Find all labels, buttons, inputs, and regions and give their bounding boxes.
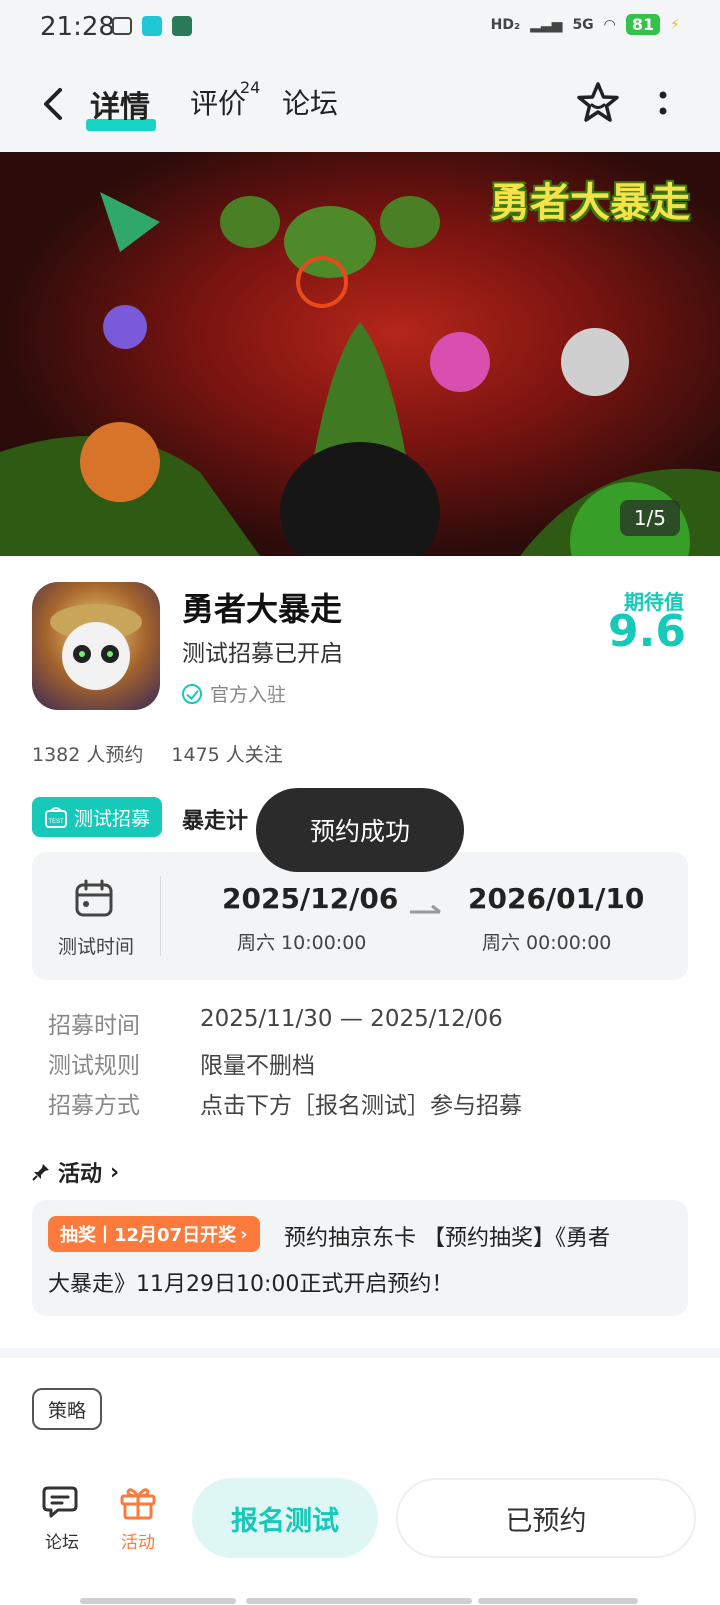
network-label: 5G: [572, 16, 594, 33]
activity-card[interactable]: 抽奖丨12月07日开奖 › 预约抽京东卡 【预约抽奖】《勇者 大暴走》11月29…: [32, 1200, 688, 1316]
more-vertical-icon[interactable]: [656, 90, 670, 120]
status-bar: 21:28 HD₂ ▂▃▅ 5G ◠ 81 ⚡: [0, 0, 720, 56]
test-plan-name: 暴走计: [182, 809, 249, 834]
hd-icon: HD₂: [490, 16, 521, 33]
top-nav: 详情 评价 24 论坛: [0, 56, 720, 152]
activity-text-line2: 大暴走》11月29日10:00正式开启预约！: [48, 1272, 454, 1297]
lottery-tag: 抽奖丨12月07日开奖 ›: [48, 1216, 260, 1252]
official-badge: 官方入驻: [182, 680, 286, 707]
info-value-recruit-method: 点击下方［报名测试］参与招募: [200, 1093, 522, 1119]
info-label-test-rule: 测试规则: [48, 1053, 140, 1079]
avatar-icon: [172, 16, 192, 36]
verified-check-icon: [182, 683, 202, 704]
test-start-time: 周六 10:00:00: [237, 932, 367, 954]
tab-forum[interactable]: 论坛: [282, 82, 338, 122]
nav-gesture-bar: [246, 1598, 472, 1604]
bottom-action-bar: 论坛 活动 报名测试 已预约: [0, 1460, 720, 1580]
test-end-date: 2026/01/10: [468, 882, 645, 915]
reserved-button[interactable]: 已预约: [396, 1478, 696, 1558]
app-icon: [112, 17, 132, 35]
activity-section-header[interactable]: 活动 ›: [32, 1156, 119, 1188]
activity-label: 活动: [121, 1533, 155, 1553]
strategy-tab[interactable]: 策略: [32, 1388, 102, 1430]
game-title: 勇者大暴走: [182, 590, 343, 628]
tab-reviews[interactable]: 评价: [190, 82, 246, 122]
signal-icon: ▂▃▅: [530, 16, 563, 33]
official-label: 官方入驻: [210, 684, 287, 706]
battery-icon: 81: [625, 14, 661, 35]
hero-banner[interactable]: 勇者大暴走 1/5: [0, 152, 720, 556]
chevron-right-icon: ›: [240, 1223, 248, 1245]
follower-count: 1475 人关注: [171, 744, 283, 766]
forum-button[interactable]: 论坛: [32, 1482, 92, 1553]
star-icon[interactable]: [575, 80, 621, 126]
divider: [160, 876, 161, 956]
section-gap: [0, 1348, 720, 1358]
forum-chat-icon: [42, 1486, 78, 1518]
game-app-icon: [32, 582, 160, 710]
gift-icon: [120, 1488, 156, 1520]
lottery-tag-label: 抽奖丨12月07日开奖: [60, 1225, 237, 1246]
activity-text-line1: 预约抽京东卡 【预约抽奖】《勇者: [284, 1226, 610, 1251]
info-value-test-rule: 限量不删档: [200, 1053, 315, 1079]
info-label-recruit-time: 招募时间: [48, 1013, 140, 1039]
status-time: 21:28: [40, 12, 115, 42]
banner-page-counter: 1/5: [619, 500, 680, 536]
chevron-right-icon: ›: [110, 1159, 120, 1185]
test-icon: TEST: [45, 807, 67, 828]
status-right-icons: HD₂ ▂▃▅ 5G ◠ 81 ⚡: [491, 14, 680, 35]
info-value-recruit-time: 2025/11/30 — 2025/12/06: [200, 1006, 503, 1032]
test-badge-label: 测试招募: [74, 807, 151, 830]
game-stats: 1382 人预约 1475 人关注: [32, 740, 283, 767]
forum-label: 论坛: [45, 1533, 79, 1553]
test-end-time: 周六 00:00:00: [482, 932, 612, 954]
activity-title: 活动: [58, 1162, 103, 1187]
signup-test-button[interactable]: 报名测试: [192, 1478, 378, 1558]
top-icon: [142, 16, 162, 36]
nav-gesture-bar: [80, 1598, 236, 1604]
back-arrow-icon[interactable]: [36, 84, 70, 124]
reservation-count: 1382 人预约: [32, 744, 144, 766]
banner-logo-text: 勇者大暴走: [490, 180, 690, 226]
tab-details[interactable]: 详情: [90, 82, 150, 126]
test-recruit-badge: TEST 测试招募: [32, 797, 163, 837]
reviews-count-badge: 24: [240, 78, 261, 97]
game-subtitle: 测试招募已开启: [182, 641, 343, 667]
success-toast: 预约成功: [256, 788, 464, 872]
calendar-icon: [75, 879, 113, 917]
expectation-value: 9.6: [608, 606, 686, 657]
charging-icon: ⚡: [670, 16, 680, 33]
nav-gesture-bar: [478, 1598, 638, 1604]
wifi-icon: ◠: [603, 16, 616, 33]
right-arrow-icon: [410, 904, 441, 914]
activity-button[interactable]: 活动: [108, 1482, 168, 1553]
status-left-icons: [112, 16, 192, 36]
test-start-date: 2025/12/06: [222, 882, 399, 915]
pin-icon: [32, 1164, 49, 1181]
info-label-recruit-method: 招募方式: [48, 1093, 140, 1119]
svg-text:TEST: TEST: [48, 819, 64, 825]
test-time-label: 测试时间: [57, 936, 134, 958]
